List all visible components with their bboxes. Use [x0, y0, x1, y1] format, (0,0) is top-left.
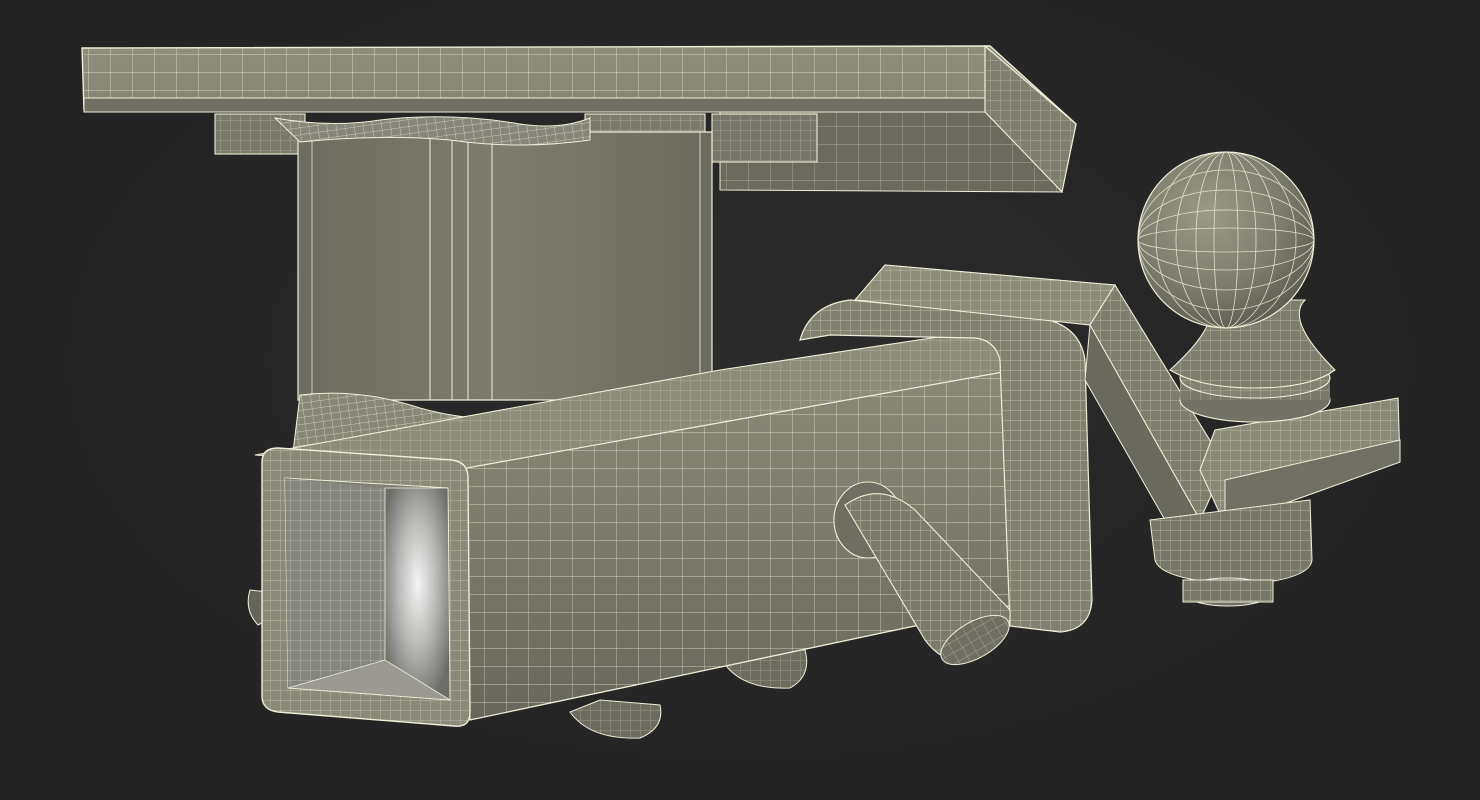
- hitch-render: [81, 44, 1401, 739]
- render-viewport: [0, 0, 1480, 800]
- receiver-opening: [261, 447, 471, 727]
- vertical-post: [273, 116, 713, 401]
